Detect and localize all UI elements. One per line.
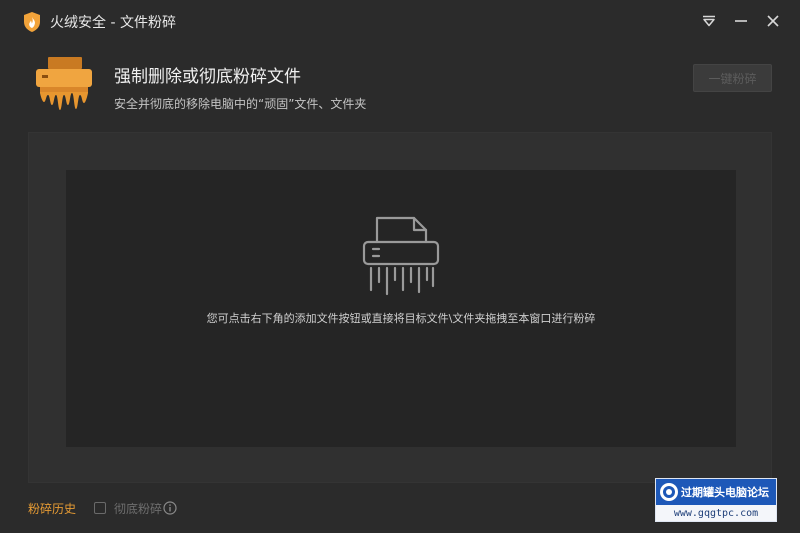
watermark-title: 过期罐头电脑论坛 xyxy=(681,486,769,499)
shred-all-button[interactable]: 一键粉碎 xyxy=(693,64,772,92)
menu-button[interactable] xyxy=(699,11,719,31)
thorough-shred-label[interactable]: 彻底粉碎 xyxy=(114,500,162,517)
watermark-url: www.gqgtpc.com xyxy=(656,505,776,521)
drop-zone[interactable]: 您可点击右下角的添加文件按钮或直接将目标文件\文件夹拖拽至本窗口进行粉碎 xyxy=(66,170,736,447)
shred-history-link[interactable]: 粉碎历史 xyxy=(28,500,76,517)
minimize-icon xyxy=(735,20,747,22)
file-list-panel[interactable]: 您可点击右下角的添加文件按钮或直接将目标文件\文件夹拖拽至本窗口进行粉碎 xyxy=(28,132,772,483)
shield-flame-icon xyxy=(24,12,40,32)
dropdown-menu-icon xyxy=(703,15,715,27)
window-title: 火绒安全 - 文件粉碎 xyxy=(50,15,176,31)
drop-hint-text: 您可点击右下角的添加文件按钮或直接将目标文件\文件夹拖拽至本窗口进行粉碎 xyxy=(206,312,596,325)
close-button[interactable] xyxy=(763,11,783,31)
close-icon xyxy=(767,15,779,27)
forum-watermark: 过期罐头电脑论坛 www.gqgtpc.com xyxy=(655,478,777,522)
minimize-button[interactable] xyxy=(731,11,751,31)
watermark-header: 过期罐头电脑论坛 xyxy=(656,479,776,505)
shredder-icon xyxy=(36,57,92,110)
info-icon[interactable] xyxy=(163,501,177,515)
forum-logo-icon xyxy=(660,483,678,501)
title-bar: 火绒安全 - 文件粉碎 xyxy=(0,0,800,42)
page-subtitle: 安全并彻底的移除电脑中的“顽固”文件、文件夹 xyxy=(114,97,367,111)
page-title: 强制删除或彻底粉碎文件 xyxy=(114,67,301,87)
shredder-outline-icon xyxy=(362,216,440,296)
thorough-shred-checkbox[interactable] xyxy=(94,502,106,514)
